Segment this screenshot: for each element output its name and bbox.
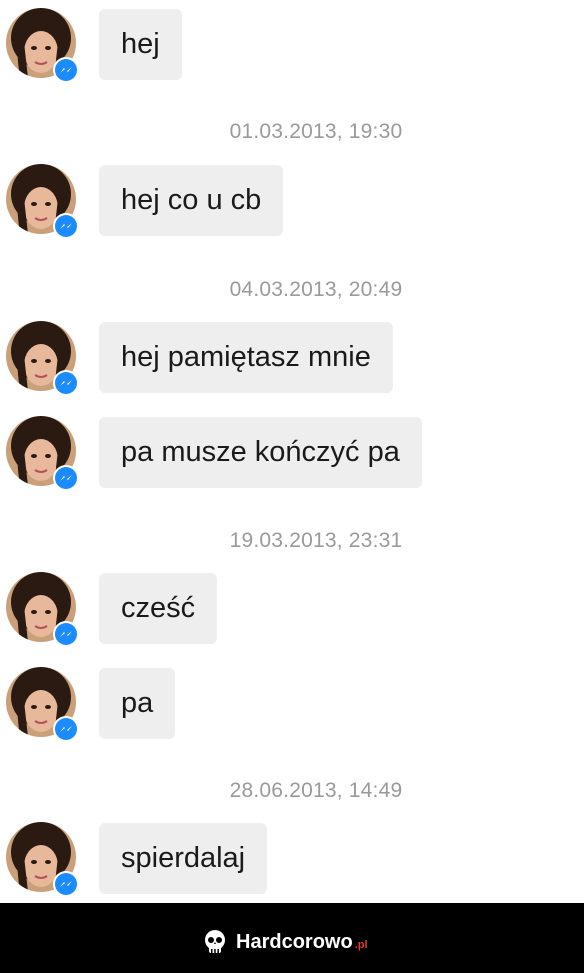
timestamp: 28.06.2013, 14:49 <box>229 779 403 802</box>
messenger-icon <box>53 370 79 396</box>
brand[interactable]: Hardcorowo .pl <box>200 927 368 957</box>
message-row: hej pamiętasz mnie <box>0 321 584 401</box>
message-bubble[interactable]: hej pamiętasz mnie <box>99 322 393 393</box>
avatar[interactable] <box>6 8 79 83</box>
avatar[interactable] <box>6 667 79 742</box>
messenger-icon <box>53 57 79 83</box>
message-bubble[interactable]: pa <box>99 668 176 739</box>
timestamp: 01.03.2013, 19:30 <box>229 120 403 143</box>
message-row: spierdalaj <box>0 822 584 902</box>
watermark-footer: Hardcorowo .pl <box>0 903 584 973</box>
message-row: pa <box>0 667 584 747</box>
messenger-icon <box>53 621 79 647</box>
message-bubble[interactable]: pa musze kończyć pa <box>99 417 422 488</box>
avatar[interactable] <box>6 822 79 897</box>
avatar[interactable] <box>6 164 79 239</box>
brand-tld: .pl <box>354 939 368 951</box>
message-row: hej co u cb <box>0 164 584 244</box>
messenger-icon <box>53 871 79 897</box>
message-bubble[interactable]: spierdalaj <box>99 823 268 894</box>
avatar[interactable] <box>6 572 79 647</box>
messenger-icon <box>53 465 79 491</box>
message-row: hej <box>0 8 584 88</box>
timestamp: 19.03.2013, 23:31 <box>229 529 403 552</box>
avatar[interactable] <box>6 416 79 491</box>
skull-icon <box>205 930 225 953</box>
messenger-icon <box>53 213 79 239</box>
messenger-icon <box>53 716 79 742</box>
message-bubble[interactable]: hej <box>99 9 182 80</box>
avatar[interactable] <box>6 321 79 396</box>
timestamp: 04.03.2013, 20:49 <box>229 278 403 301</box>
conversation: hej 01.03.2013, 19:30 hej co u cb 04.03.… <box>0 0 584 903</box>
message-row: pa musze kończyć pa <box>0 416 584 496</box>
message-row: cześć <box>0 572 584 652</box>
message-bubble[interactable]: hej co u cb <box>99 165 284 236</box>
brand-name: Hardcorowo <box>236 930 353 953</box>
message-bubble[interactable]: cześć <box>99 573 218 644</box>
